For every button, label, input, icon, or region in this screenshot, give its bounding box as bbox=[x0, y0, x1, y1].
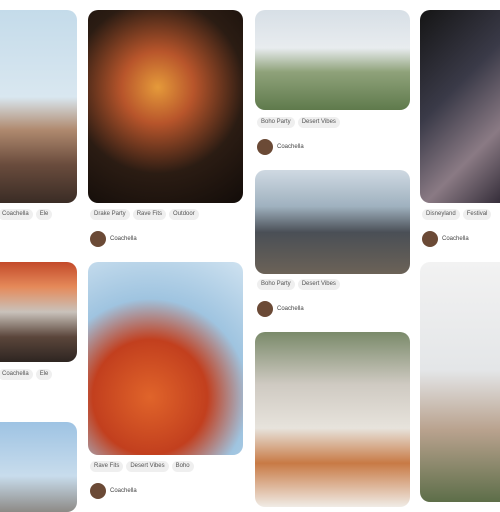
pin-image[interactable] bbox=[0, 262, 77, 362]
pin-author[interactable]: Coachella bbox=[90, 231, 137, 247]
pin-image[interactable] bbox=[255, 170, 410, 274]
pin-tags: Rave Fits Desert Vibes Boho bbox=[90, 461, 242, 472]
pin-author[interactable]: Coachella bbox=[257, 139, 304, 155]
pin-image[interactable] bbox=[420, 262, 500, 502]
avatar bbox=[90, 231, 106, 247]
avatar bbox=[257, 139, 273, 155]
tag-chip[interactable]: Coachella bbox=[0, 209, 33, 220]
pin-tags: Drake Party Rave Fits Outdoor bbox=[90, 209, 242, 220]
tag-chip[interactable]: Desert Vibes bbox=[297, 279, 340, 290]
tag-chip[interactable]: Ele bbox=[35, 369, 53, 380]
author-name: Coachella bbox=[442, 236, 469, 242]
pin-author[interactable]: Coachella bbox=[90, 483, 137, 499]
pin-image[interactable] bbox=[420, 10, 500, 203]
pin-image[interactable] bbox=[88, 10, 243, 203]
tag-chip[interactable]: Ele bbox=[35, 209, 53, 220]
tag-chip[interactable]: Boho Party bbox=[257, 279, 295, 290]
avatar bbox=[90, 483, 106, 499]
pin-tags: Boho Party Desert Vibes bbox=[257, 279, 409, 290]
author-name: Coachella bbox=[110, 488, 137, 494]
pin-image[interactable] bbox=[0, 10, 77, 203]
tag-chip[interactable]: Coachella bbox=[0, 369, 33, 380]
pin-image[interactable] bbox=[88, 262, 243, 455]
avatar bbox=[257, 301, 273, 317]
tag-chip[interactable]: Outdoor bbox=[169, 209, 199, 220]
tag-chip[interactable]: Desert Vibes bbox=[297, 117, 340, 128]
pin-image[interactable] bbox=[0, 422, 77, 512]
tag-chip[interactable]: Drake Party bbox=[90, 209, 130, 220]
author-name: Coachella bbox=[110, 236, 137, 242]
avatar bbox=[422, 231, 438, 247]
tag-chip[interactable]: Boho bbox=[171, 461, 194, 472]
tag-chip[interactable]: Boho Party bbox=[257, 117, 295, 128]
author-name: Coachella bbox=[277, 306, 304, 312]
pin-author[interactable]: Coachella bbox=[257, 301, 304, 317]
tag-chip[interactable]: Disneyland bbox=[422, 209, 460, 220]
tag-chip[interactable]: Rave Fits bbox=[90, 461, 124, 472]
pin-image[interactable] bbox=[255, 332, 410, 507]
pin-tags: Disneyland Festival bbox=[422, 209, 500, 220]
author-name: Coachella bbox=[277, 144, 304, 150]
tag-chip[interactable]: Festival bbox=[462, 209, 492, 220]
pin-author[interactable]: Coachella bbox=[422, 231, 469, 247]
pin-tags: Boho Party Desert Vibes bbox=[257, 117, 409, 128]
pin-tags: Coachella Ele bbox=[0, 209, 78, 220]
tag-chip[interactable]: Rave Fits bbox=[132, 209, 167, 220]
tag-chip[interactable]: Desert Vibes bbox=[126, 461, 169, 472]
pin-image[interactable] bbox=[255, 10, 410, 110]
pin-tags: Coachella Ele bbox=[0, 369, 78, 380]
